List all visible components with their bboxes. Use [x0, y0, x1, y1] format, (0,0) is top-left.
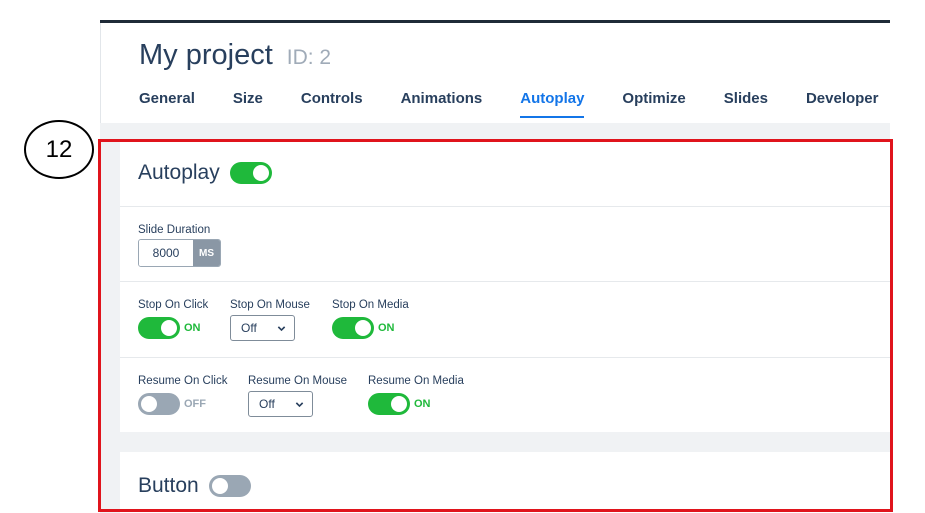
- toggle-knob: [211, 478, 228, 494]
- button-title: Button: [138, 474, 199, 497]
- resume-on-mouse-label: Resume On Mouse: [248, 375, 348, 387]
- autoplay-title: Autoplay: [138, 161, 220, 184]
- autoplay-panel: Autoplay Slide Duration 8000 MS Stop On …: [120, 140, 890, 432]
- tab-controls[interactable]: Controls: [301, 90, 363, 118]
- stop-on-media-label: Stop On Media: [332, 299, 409, 311]
- slide-duration-value[interactable]: 8000: [139, 240, 193, 266]
- button-toggle[interactable]: [208, 475, 251, 497]
- stop-on-click-label: Stop On Click: [138, 299, 209, 311]
- resume-on-mouse-value: Off: [259, 397, 275, 411]
- resume-on-mouse-select[interactable]: Off: [248, 391, 313, 417]
- toggle-knob: [161, 320, 177, 336]
- stop-on-media-toggle[interactable]: [332, 317, 374, 339]
- toggle-knob: [141, 396, 157, 412]
- slide-duration-row: Slide Duration 8000 MS: [120, 207, 890, 282]
- step-number-callout: 12: [24, 120, 94, 179]
- resume-on-click-label: Resume On Click: [138, 375, 228, 387]
- resume-on-media-state: ON: [414, 398, 431, 410]
- stop-on-click-state: ON: [184, 322, 201, 334]
- toggle-knob: [252, 165, 269, 181]
- stop-on-mouse-select[interactable]: Off: [230, 315, 295, 341]
- tab-animations[interactable]: Animations: [401, 90, 483, 118]
- resume-on-media-toggle[interactable]: [368, 393, 410, 415]
- stop-on-mouse-label: Stop On Mouse: [230, 299, 310, 311]
- autoplay-header: Autoplay: [120, 140, 890, 207]
- autoplay-toggle[interactable]: [229, 162, 272, 184]
- tab-autoplay[interactable]: Autoplay: [520, 90, 585, 118]
- stop-on-click-toggle[interactable]: [138, 317, 180, 339]
- stop-on-mouse-field: Stop On Mouse Off: [230, 299, 310, 341]
- tab-developer[interactable]: Developer: [806, 90, 879, 118]
- tab-slides[interactable]: Slides: [724, 90, 768, 118]
- stop-options-row: Stop On Click ON Stop On Mouse Off Stop …: [120, 282, 890, 358]
- tab-size[interactable]: Size: [233, 90, 263, 118]
- resume-on-click-field: Resume On Click OFF: [138, 375, 227, 415]
- settings-window: My project ID: 2 General Size Controls A…: [100, 20, 890, 513]
- stop-on-click-field: Stop On Click ON: [138, 299, 208, 339]
- toggle-knob: [355, 320, 371, 336]
- tab-general[interactable]: General: [139, 90, 195, 118]
- resume-on-media-field: Resume On Media ON: [368, 375, 464, 415]
- tab-optimize[interactable]: Optimize: [622, 90, 685, 118]
- toggle-knob: [391, 396, 407, 412]
- page-title: My project: [139, 39, 273, 71]
- project-header: My project ID: 2 General Size Controls A…: [100, 23, 890, 123]
- slide-duration-unit: MS: [193, 240, 220, 266]
- resume-on-click-state: OFF: [184, 398, 206, 410]
- stop-on-mouse-value: Off: [241, 321, 257, 335]
- project-id: ID: 2: [286, 46, 332, 69]
- slide-duration-label: Slide Duration: [138, 224, 211, 236]
- stop-on-media-field: Stop On Media ON: [332, 299, 409, 339]
- chevron-down-icon: [277, 325, 286, 331]
- resume-on-media-label: Resume On Media: [368, 375, 464, 387]
- tab-bar: General Size Controls Animations Autopla…: [139, 90, 890, 118]
- stop-on-media-state: ON: [378, 322, 395, 334]
- resume-options-row: Resume On Click OFF Resume On Mouse Off …: [120, 358, 890, 431]
- resume-on-mouse-field: Resume On Mouse Off: [248, 375, 347, 417]
- slide-duration-field: Slide Duration 8000 MS: [138, 224, 221, 267]
- chevron-down-icon: [295, 401, 304, 407]
- button-header: Button: [120, 452, 890, 513]
- slide-duration-input[interactable]: 8000 MS: [138, 239, 221, 267]
- resume-on-click-toggle[interactable]: [138, 393, 180, 415]
- button-panel: Button: [120, 452, 890, 513]
